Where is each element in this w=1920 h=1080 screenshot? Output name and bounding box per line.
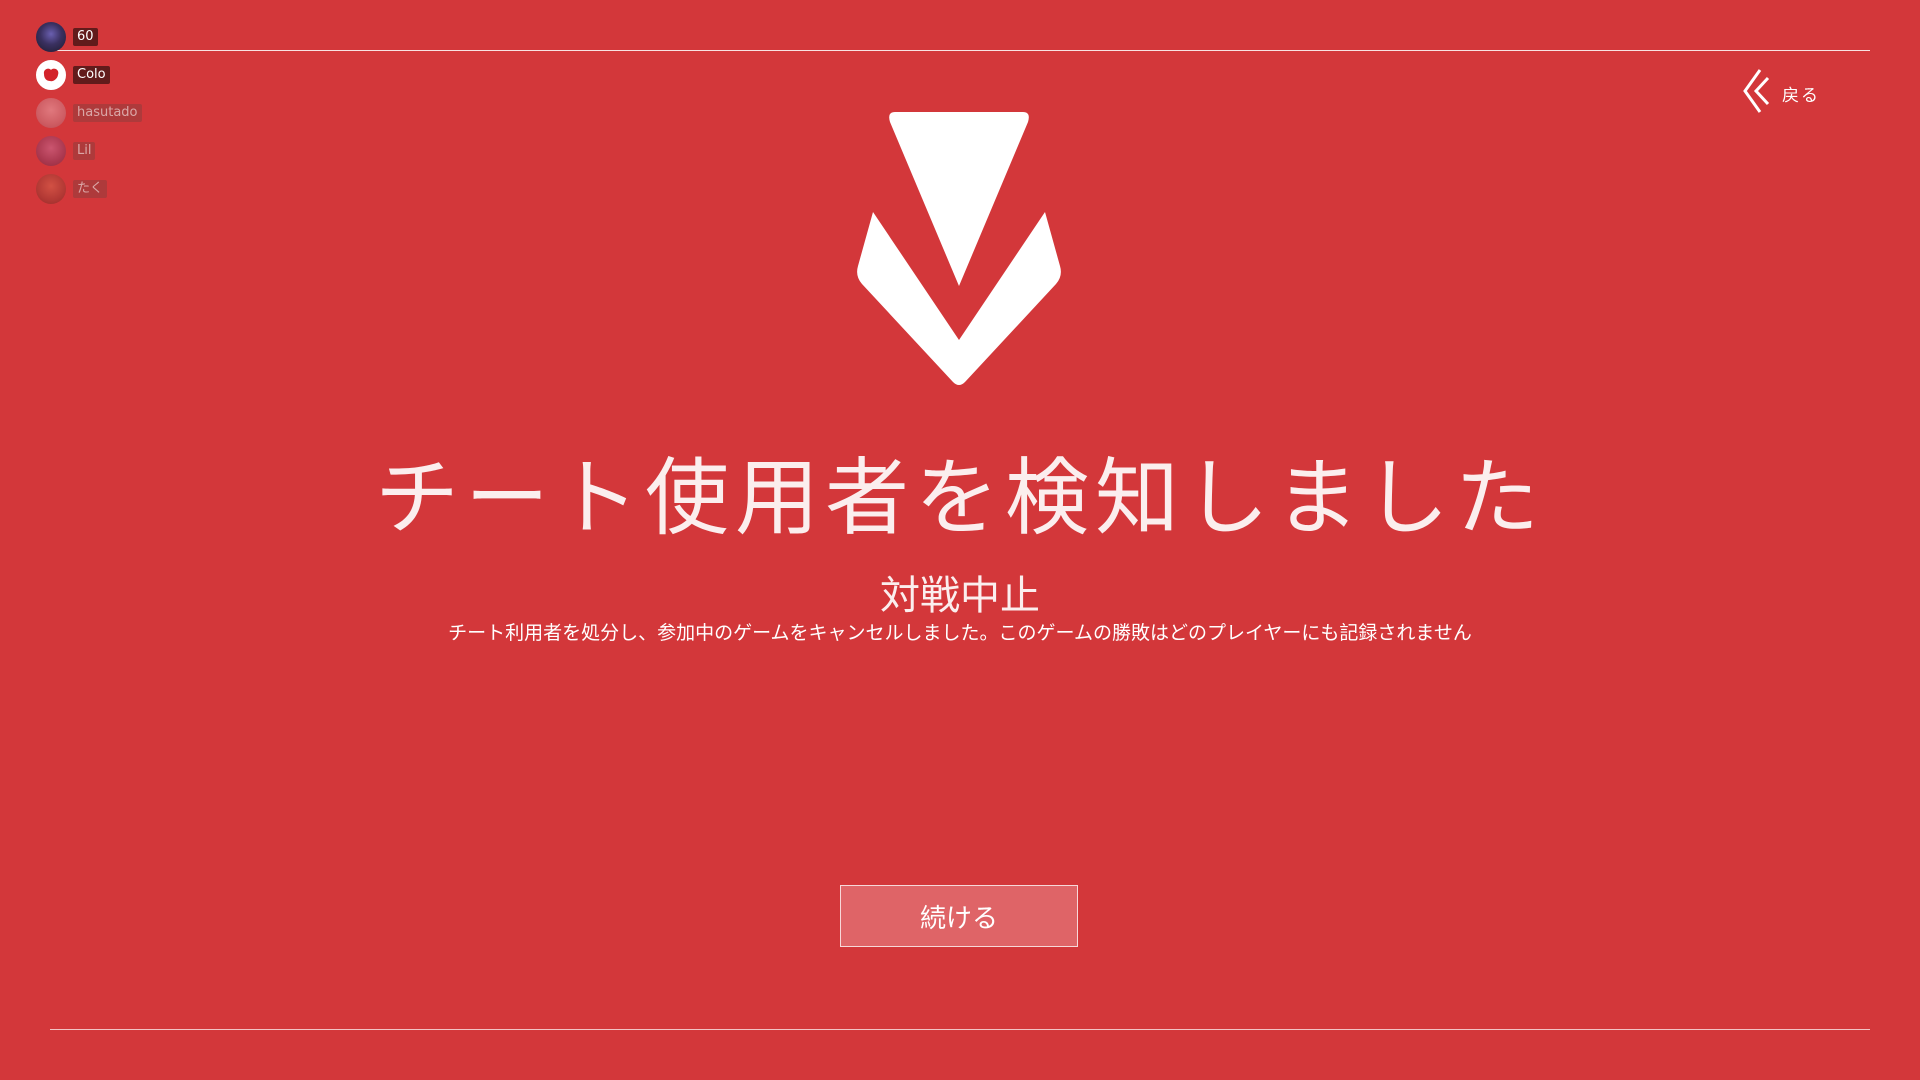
party-member-name: hasutado (73, 104, 142, 122)
party-member-name: 60 (73, 28, 98, 46)
avatar (36, 174, 66, 204)
avatar (36, 98, 66, 128)
cheater-detected-screen: 60 Colo hasutado Lil たく 戻る チート使用者を検知しました… (0, 0, 1920, 1080)
avatar (36, 22, 66, 52)
avatar (36, 60, 66, 90)
back-button[interactable]: 戻る (1742, 68, 1820, 118)
description-text: チート利用者を処分し、参加中のゲームをキャンセルしました。このゲームの勝敗はどの… (448, 622, 1472, 644)
party-member-name: Lil (73, 142, 96, 160)
party-list: 60 Colo hasutado Lil たく (36, 22, 142, 212)
avatar (36, 136, 66, 166)
party-member: hasutado (36, 98, 142, 128)
page-title: チート使用者を検知しました (374, 449, 1545, 547)
double-chevron-left-icon (1742, 68, 1770, 118)
party-member-name: Colo (73, 66, 110, 84)
top-divider (50, 50, 1870, 51)
bottom-divider (50, 1029, 1870, 1030)
page-subtitle: 対戦中止 (880, 573, 1040, 619)
party-member: Lil (36, 136, 142, 166)
party-member: たく (36, 174, 142, 204)
party-member: 60 (36, 22, 142, 52)
valorant-logo-icon (855, 110, 1063, 386)
continue-button[interactable]: 続ける (840, 885, 1078, 947)
party-member: Colo (36, 60, 142, 90)
party-member-name: たく (73, 180, 108, 198)
back-label: 戻る (1782, 85, 1820, 106)
